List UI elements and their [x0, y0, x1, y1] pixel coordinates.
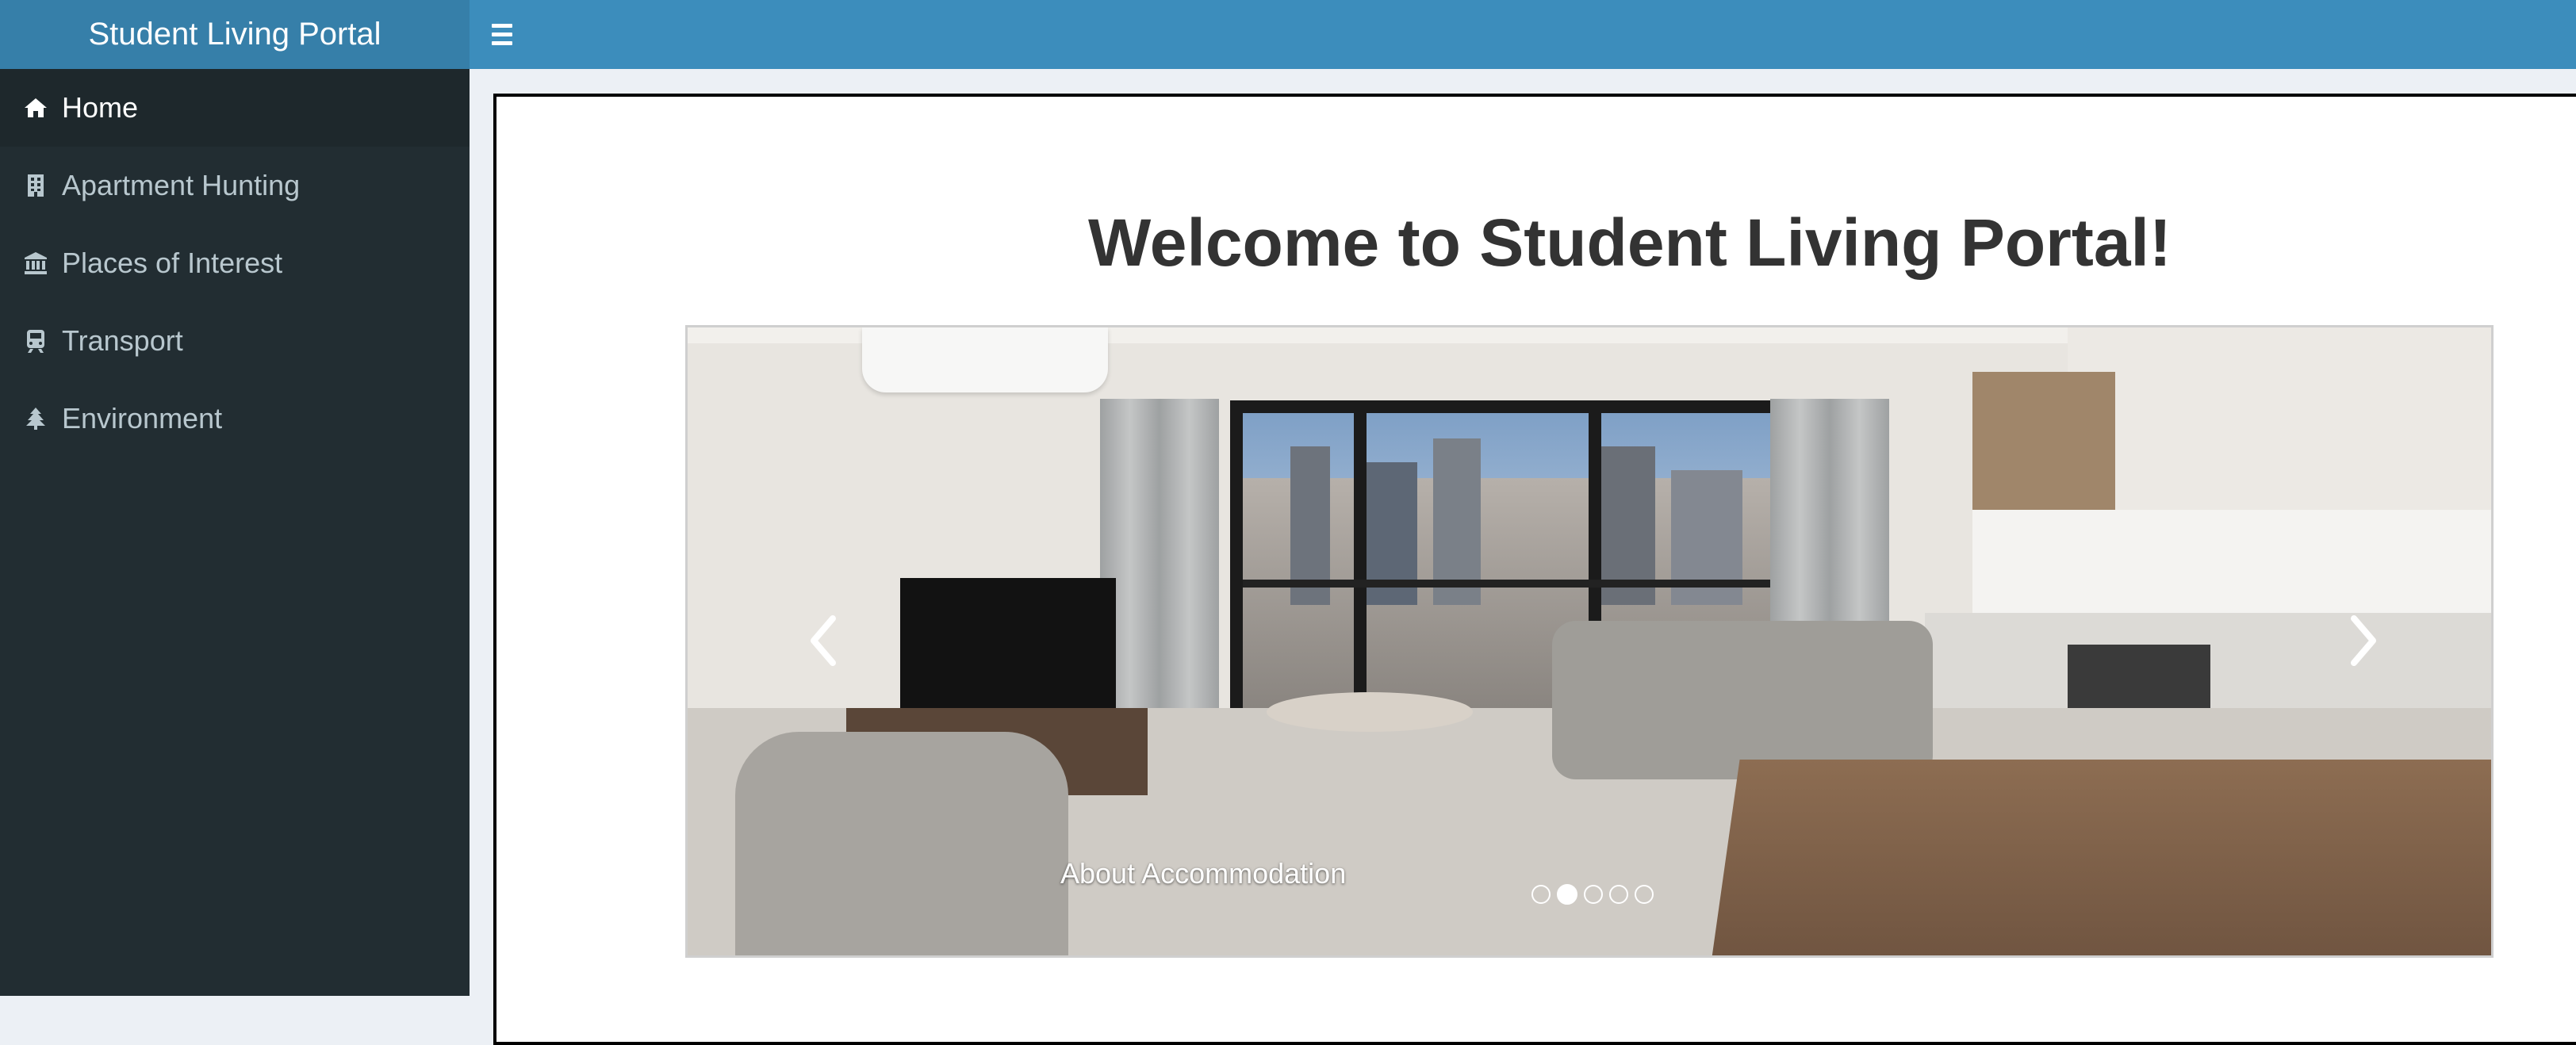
carousel-caption: About Accommodation — [1060, 857, 1347, 890]
carousel-indicator[interactable] — [1584, 885, 1603, 904]
home-icon — [22, 94, 49, 121]
sidebar-item-places-of-interest[interactable]: Places of Interest — [0, 224, 470, 302]
app-logo[interactable]: Student Living Portal — [0, 0, 470, 69]
train-icon — [22, 327, 49, 354]
carousel-indicator[interactable] — [1531, 885, 1551, 904]
building-icon — [22, 172, 49, 199]
carousel-prev-button[interactable] — [800, 613, 848, 676]
carousel-indicator[interactable] — [1609, 885, 1628, 904]
sidebar: Home Apartment Hunting Places of Interes… — [0, 69, 470, 996]
carousel-indicator[interactable] — [1635, 885, 1654, 904]
top-navbar — [470, 0, 2576, 69]
apartment-photo — [688, 327, 2491, 955]
sidebar-item-apartment-hunting[interactable]: Apartment Hunting — [0, 147, 470, 224]
chevron-left-icon — [806, 608, 842, 681]
sidebar-item-environment[interactable]: Environment — [0, 380, 470, 457]
sidebar-item-label: Home — [62, 91, 139, 124]
sidebar-item-label: Environment — [62, 402, 223, 434]
sidebar-item-label: Places of Interest — [62, 247, 283, 279]
sidebar-item-label: Transport — [62, 324, 183, 357]
institution-icon — [22, 250, 49, 277]
chevron-right-icon — [2344, 608, 2381, 681]
sidebar-item-home[interactable]: Home — [0, 69, 470, 147]
carousel-next-button[interactable] — [2339, 613, 2386, 676]
sidebar-item-label: Apartment Hunting — [62, 169, 301, 201]
page-title: Welcome to Student Living Portal! — [1088, 205, 2172, 280]
carousel: About Accommodation — [685, 325, 2494, 958]
carousel-indicators — [1531, 884, 1654, 905]
carousel-indicator-active[interactable] — [1557, 884, 1577, 905]
hamburger-menu-icon[interactable] — [492, 19, 522, 49]
tree-icon — [22, 405, 49, 432]
sidebar-item-transport[interactable]: Transport — [0, 302, 470, 380]
